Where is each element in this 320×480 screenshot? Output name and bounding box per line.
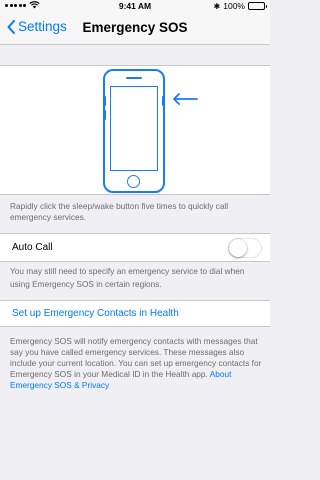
navigation-bar: Settings Emergency SOS [0, 12, 270, 45]
setup-emergency-contacts-label: Set up Emergency Contacts in Health [12, 308, 179, 319]
phone-speaker-icon [126, 77, 142, 79]
hero-caption: Rapidly click the sleep/wake button five… [10, 201, 229, 222]
iphone-illustration [103, 69, 165, 193]
page-title: Emergency SOS [82, 20, 188, 35]
emergency-info-text: Emergency SOS will notify emergency cont… [10, 336, 262, 391]
auto-call-caption: You may still need to specify an emergen… [10, 266, 245, 289]
volume-up-button-icon [103, 96, 106, 106]
arrow-left-icon [173, 93, 198, 105]
battery-percent: 100% [223, 1, 245, 11]
setup-emergency-contacts-row[interactable]: Set up Emergency Contacts in Health [0, 300, 270, 327]
volume-down-button-icon [103, 110, 106, 120]
status-bar: 9:41 AM ✱ 100% [0, 0, 270, 12]
phone-home-button-icon [127, 175, 140, 188]
phone-screen-icon [110, 86, 158, 171]
auto-call-label: Auto Call [12, 242, 53, 253]
sleep-wake-button-icon [162, 96, 165, 106]
battery-icon [248, 2, 267, 10]
auto-call-row: Auto Call [0, 233, 270, 262]
status-right-group: ✱ 100% [213, 1, 267, 11]
bluetooth-icon: ✱ [213, 1, 221, 11]
toggle-knob [229, 239, 247, 257]
auto-call-toggle[interactable] [228, 238, 262, 258]
hero-illustration-panel [0, 65, 270, 195]
